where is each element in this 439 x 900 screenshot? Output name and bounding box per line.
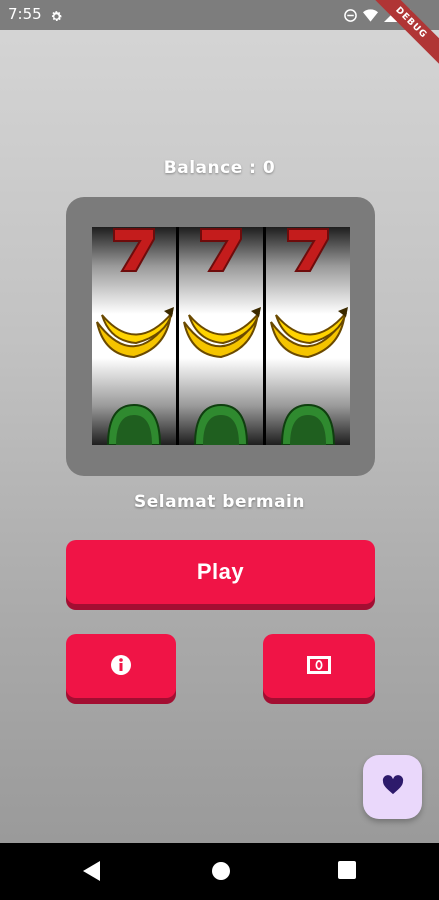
watermelon-symbol [106,403,162,445]
money-button[interactable] [263,634,375,698]
watermelon-symbol [280,403,336,445]
money-icon [307,655,331,677]
banana-symbol [270,307,348,359]
banana-symbol [96,307,174,359]
gear-icon [50,8,63,21]
heart-icon [382,775,404,799]
reel-1 [92,227,176,445]
play-button[interactable]: Play [66,540,375,604]
do-not-disturb-icon [344,8,357,22]
play-button-label: Play [196,559,245,584]
recents-icon[interactable] [338,861,360,883]
balance-label: Balance : 0 [163,158,276,178]
watermelon-symbol [193,403,249,445]
wifi-icon [363,8,378,22]
back-icon[interactable] [83,861,105,883]
info-icon [110,654,132,679]
reel-2 [179,227,263,445]
reels-window [92,227,350,445]
status-time: 7:55 [8,5,42,23]
slot-machine [66,197,375,476]
home-icon[interactable] [211,861,233,883]
banana-symbol [183,307,261,359]
info-button[interactable] [66,634,176,698]
seven-symbol [287,228,329,272]
status-message: Selamat bermain [133,492,305,512]
app-screen: 7:55 DEBUG Balance : 0 Selamat bermain P… [0,0,439,843]
navigation-bar [0,843,439,900]
favorite-fab[interactable] [363,755,422,819]
reel-3 [266,227,350,445]
seven-symbol [200,228,242,272]
seven-symbol [113,228,155,272]
status-bar: 7:55 [0,0,439,30]
